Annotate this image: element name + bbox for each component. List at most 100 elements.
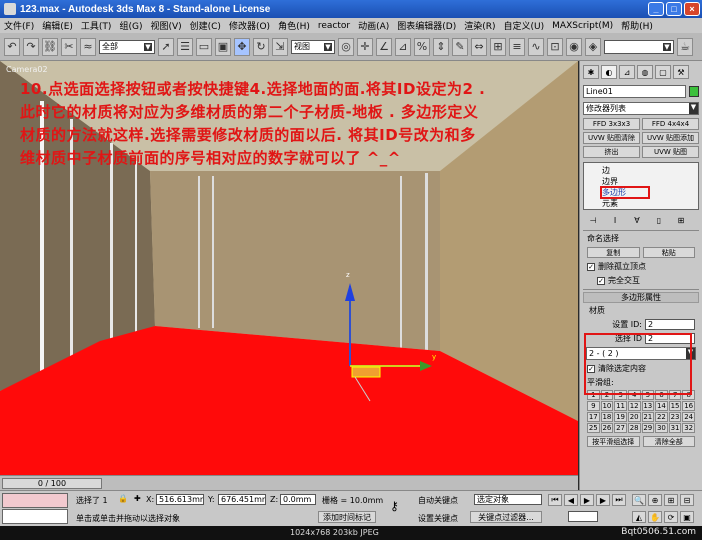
modifier-button-uvw-add[interactable]: UVW 贴图添加 bbox=[642, 132, 699, 144]
unlink-icon[interactable]: ✂ bbox=[61, 37, 77, 56]
select-by-smooth-button[interactable]: 按平滑组选择 bbox=[587, 436, 640, 447]
close-button[interactable]: × bbox=[684, 2, 700, 16]
move-icon[interactable]: ✥ bbox=[234, 37, 250, 56]
key-set-dropdown[interactable]: 选定对象 bbox=[474, 494, 542, 505]
field-of-view-icon[interactable]: ◭ bbox=[632, 511, 646, 523]
smooth-group-button[interactable]: 31 bbox=[668, 423, 682, 433]
object-name-field[interactable]: Line01 bbox=[583, 85, 686, 98]
current-frame-field[interactable] bbox=[568, 511, 598, 522]
render-setup-icon[interactable]: ◈ bbox=[585, 37, 601, 56]
select-link-icon[interactable]: ⛓ bbox=[42, 37, 58, 56]
smooth-group-button[interactable]: 30 bbox=[655, 423, 668, 433]
snap-icon[interactable]: ∠ bbox=[376, 37, 392, 56]
pivot-center-icon[interactable]: ◎ bbox=[338, 37, 354, 56]
add-time-tag-button[interactable]: 添加时间标记 bbox=[318, 511, 376, 523]
zoom-icon[interactable]: 🔍 bbox=[632, 494, 646, 506]
render-type-dropdown[interactable]: ▼ bbox=[604, 39, 674, 54]
set-id-spinner[interactable]: 2 bbox=[645, 319, 695, 330]
layer-manager-icon[interactable]: ≡ bbox=[509, 37, 525, 56]
menu-animation[interactable]: 动画(A) bbox=[358, 19, 389, 32]
hierarchy-tab-icon[interactable]: ⊿ bbox=[619, 65, 635, 79]
delete-isolated-checkbox[interactable]: ✓ bbox=[587, 262, 595, 271]
material-editor-icon[interactable]: ◉ bbox=[566, 37, 582, 56]
key-mode-icon[interactable]: ⚷ bbox=[390, 499, 399, 513]
smooth-group-button[interactable]: 24 bbox=[682, 412, 695, 422]
menu-create[interactable]: 创建(C) bbox=[190, 19, 221, 32]
modifier-stack[interactable]: 边 边界 多边形 元素 bbox=[583, 162, 699, 210]
menu-customize[interactable]: 自定义(U) bbox=[504, 19, 545, 32]
next-frame-icon[interactable]: ▶ bbox=[596, 494, 610, 506]
maxscript-output-box[interactable] bbox=[2, 509, 68, 524]
smooth-group-button[interactable]: 27 bbox=[614, 423, 627, 433]
undo-icon[interactable]: ↶ bbox=[4, 37, 20, 56]
modifier-button-extrude[interactable]: 挤出 bbox=[583, 146, 640, 158]
smooth-group-button[interactable]: 13 bbox=[641, 401, 655, 411]
zoom-all-icon[interactable]: ⊕ bbox=[648, 494, 662, 506]
time-slider[interactable]: 0 / 100 bbox=[2, 478, 102, 489]
angle-snap-icon[interactable]: ⊿ bbox=[395, 37, 411, 56]
align-icon[interactable]: ⊞ bbox=[490, 37, 506, 56]
menu-views[interactable]: 视图(V) bbox=[150, 19, 181, 32]
percent-snap-icon[interactable]: % bbox=[414, 37, 430, 56]
make-unique-icon[interactable]: ∀ bbox=[630, 214, 644, 226]
object-color-swatch[interactable] bbox=[689, 86, 699, 97]
manipulate-icon[interactable]: ✛ bbox=[357, 37, 373, 56]
pan-icon[interactable]: ✋ bbox=[648, 511, 662, 523]
reference-coord-dropdown[interactable]: 视图 ▼ bbox=[291, 39, 335, 54]
pin-stack-icon[interactable]: ⊣ bbox=[586, 214, 600, 226]
menu-file[interactable]: 文件(F) bbox=[4, 19, 34, 32]
maxscript-listener-box[interactable] bbox=[2, 493, 68, 508]
lock-selection-icon[interactable]: 🔒 bbox=[118, 494, 128, 503]
motion-tab-icon[interactable]: ◍ bbox=[637, 65, 653, 79]
zoom-extents-all-icon[interactable]: ⊟ bbox=[680, 494, 694, 506]
copy-button[interactable]: 复制 bbox=[587, 247, 640, 258]
modifier-list-dropdown[interactable]: 修改器列表 ▼ bbox=[583, 102, 699, 115]
modify-tab-icon[interactable]: ◐ bbox=[601, 65, 617, 79]
x-coord-field[interactable]: 516.613mm bbox=[156, 494, 204, 505]
menu-modifiers[interactable]: 修改器(O) bbox=[229, 19, 270, 32]
minimize-button[interactable]: _ bbox=[648, 2, 664, 16]
menu-character[interactable]: 角色(H) bbox=[278, 19, 310, 32]
menu-group[interactable]: 组(G) bbox=[119, 19, 142, 32]
play-icon[interactable]: ▶ bbox=[580, 494, 594, 506]
menu-tools[interactable]: 工具(T) bbox=[81, 19, 112, 32]
smooth-group-button[interactable]: 19 bbox=[614, 412, 627, 422]
select-by-name-icon[interactable]: ☰ bbox=[177, 37, 193, 56]
smooth-group-button[interactable]: 26 bbox=[600, 423, 614, 433]
polygon-properties-rollout[interactable]: 多边形属性 bbox=[583, 292, 699, 303]
smooth-group-button[interactable]: 29 bbox=[641, 423, 655, 433]
configure-sets-icon[interactable]: ⊞ bbox=[674, 214, 688, 226]
previous-frame-icon[interactable]: ◀ bbox=[564, 494, 578, 506]
smooth-group-button[interactable]: 9 bbox=[587, 401, 600, 411]
select-object-icon[interactable]: ➚ bbox=[158, 37, 174, 56]
spinner-snap-icon[interactable]: ⇕ bbox=[433, 37, 449, 56]
modifier-button-uvw-clear[interactable]: UVW 贴图清除 bbox=[583, 132, 640, 144]
quick-render-icon[interactable]: ☕ bbox=[677, 37, 693, 56]
modifier-button-ffd444[interactable]: FFD 4x4x4 bbox=[642, 118, 699, 130]
stack-item-edge[interactable]: 边 bbox=[584, 165, 698, 176]
go-to-start-icon[interactable]: ⏮ bbox=[548, 494, 562, 506]
smooth-group-button[interactable]: 25 bbox=[587, 423, 600, 433]
schematic-view-icon[interactable]: ⊡ bbox=[547, 37, 563, 56]
curve-editor-icon[interactable]: ∿ bbox=[528, 37, 544, 56]
rotate-icon[interactable]: ↻ bbox=[253, 37, 269, 56]
smooth-group-button[interactable]: 22 bbox=[655, 412, 668, 422]
smooth-group-button[interactable]: 16 bbox=[682, 401, 695, 411]
remove-modifier-icon[interactable]: ▯ bbox=[652, 214, 666, 226]
menu-help[interactable]: 帮助(H) bbox=[621, 19, 653, 32]
show-end-result-icon[interactable]: Ι bbox=[608, 214, 622, 226]
y-coord-field[interactable]: 676.451mm bbox=[218, 494, 266, 505]
smooth-group-button[interactable]: 28 bbox=[627, 423, 641, 433]
zoom-extents-icon[interactable]: ⊞ bbox=[664, 494, 678, 506]
utilities-tab-icon[interactable]: ⚒ bbox=[673, 65, 689, 79]
paste-button[interactable]: 粘贴 bbox=[642, 247, 695, 258]
window-crossing-icon[interactable]: ▣ bbox=[215, 37, 231, 56]
absolute-mode-icon[interactable]: ✚ bbox=[134, 494, 141, 503]
selection-filter-dropdown[interactable]: 全部 ▼ bbox=[99, 39, 155, 54]
smooth-group-button[interactable]: 32 bbox=[682, 423, 695, 433]
menu-graph-editors[interactable]: 图表编辑器(D) bbox=[397, 19, 456, 32]
full-interact-checkbox[interactable]: ✓ bbox=[597, 276, 605, 285]
create-tab-icon[interactable]: ✱ bbox=[583, 65, 599, 79]
smooth-group-button[interactable]: 20 bbox=[627, 412, 641, 422]
menu-maxscript[interactable]: MAXScript(M) bbox=[552, 21, 613, 31]
